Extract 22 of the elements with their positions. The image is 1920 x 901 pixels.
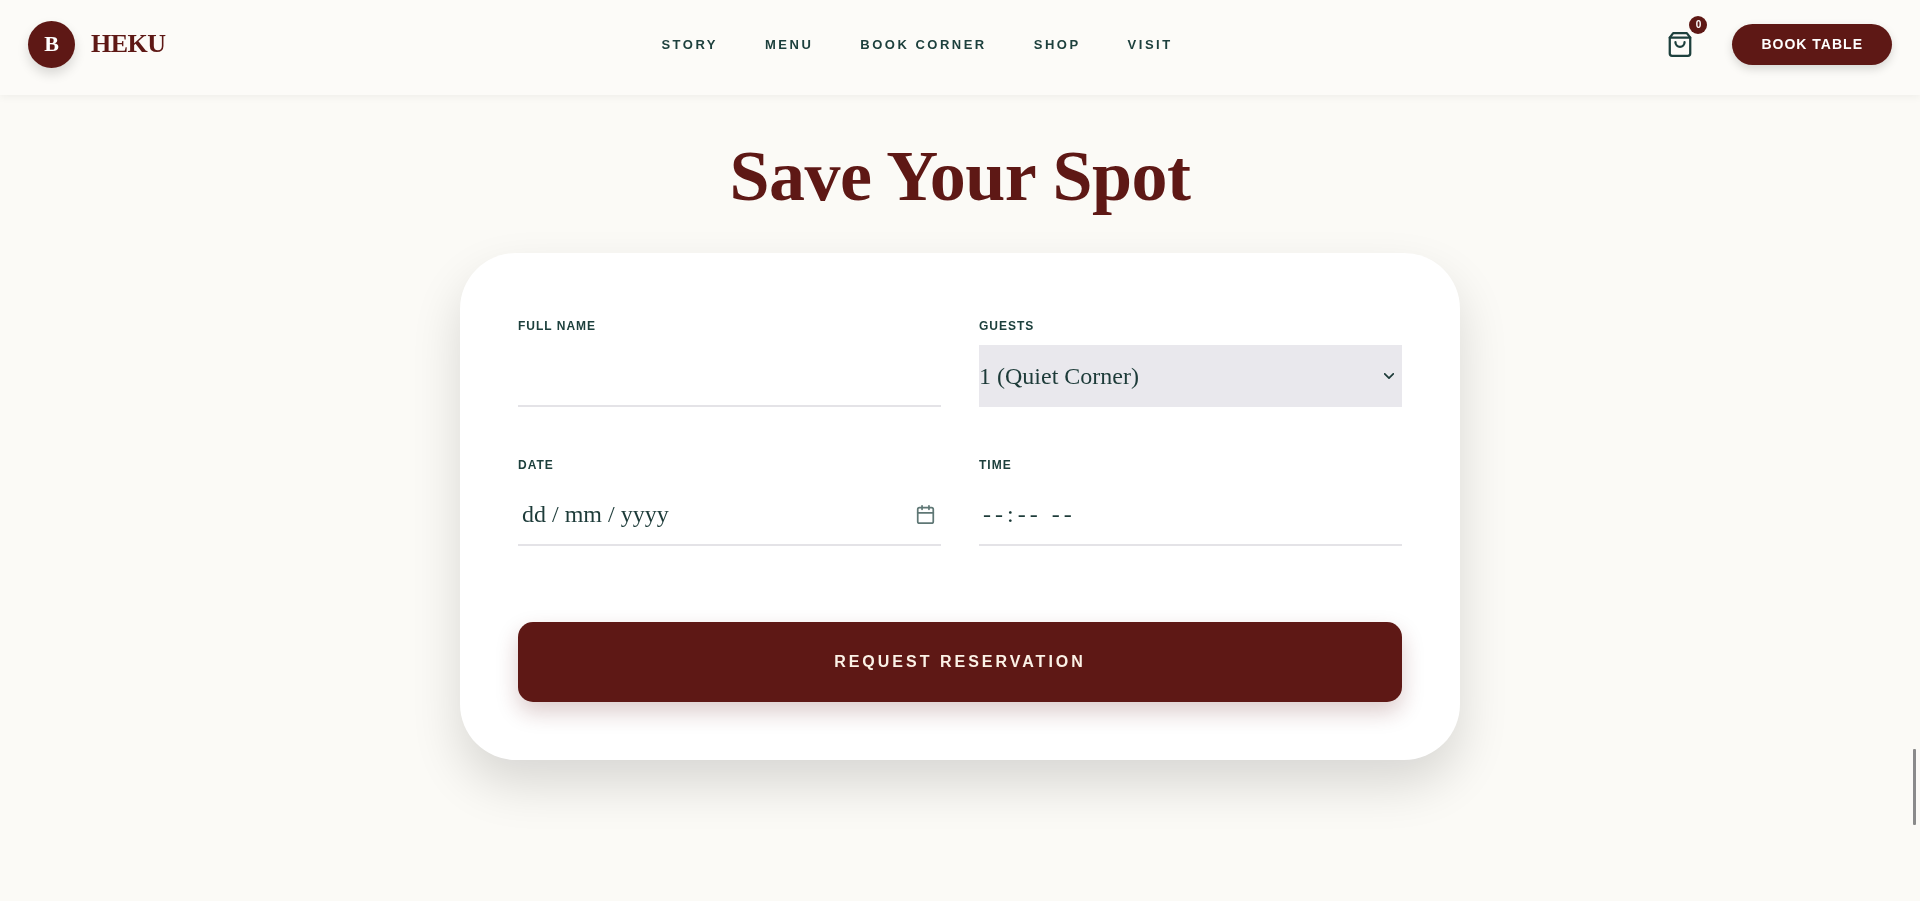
- cart-count-badge: 0: [1689, 15, 1708, 34]
- field-label: DATE: [518, 458, 555, 472]
- brand-name[interactable]: HEKU: [91, 29, 166, 59]
- submit-button[interactable]: REQUEST RESERVATION: [518, 622, 1402, 702]
- field-label: TIME: [979, 458, 1013, 472]
- nav-link[interactable]: BOOK CORNER: [860, 36, 987, 52]
- page-title: Save Your Spot: [729, 135, 1191, 218]
- field-label: GUESTS: [979, 319, 1036, 333]
- date-field[interactable]: dd / mm / yyyy: [518, 484, 941, 546]
- field-label: FULL NAME: [518, 319, 598, 333]
- book-table-button[interactable]: BOOK TABLE: [1732, 23, 1892, 65]
- dropdown-select[interactable]: 1 (Quiet Corner): [979, 345, 1402, 407]
- logo-mark[interactable]: B: [28, 20, 75, 68]
- scrollbar-thumb[interactable]: [1913, 749, 1916, 825]
- calendar-icon[interactable]: [916, 505, 935, 524]
- shopping-bag-icon[interactable]: [1668, 31, 1693, 57]
- nav-link[interactable]: SHOP: [1033, 36, 1081, 52]
- chevron-down-icon: [1384, 373, 1394, 379]
- nav-link[interactable]: MENU: [765, 36, 814, 52]
- time-field[interactable]: --:-- --: [979, 484, 1402, 546]
- nav-link[interactable]: VISIT: [1127, 36, 1173, 52]
- nav-link[interactable]: STORY: [661, 36, 718, 52]
